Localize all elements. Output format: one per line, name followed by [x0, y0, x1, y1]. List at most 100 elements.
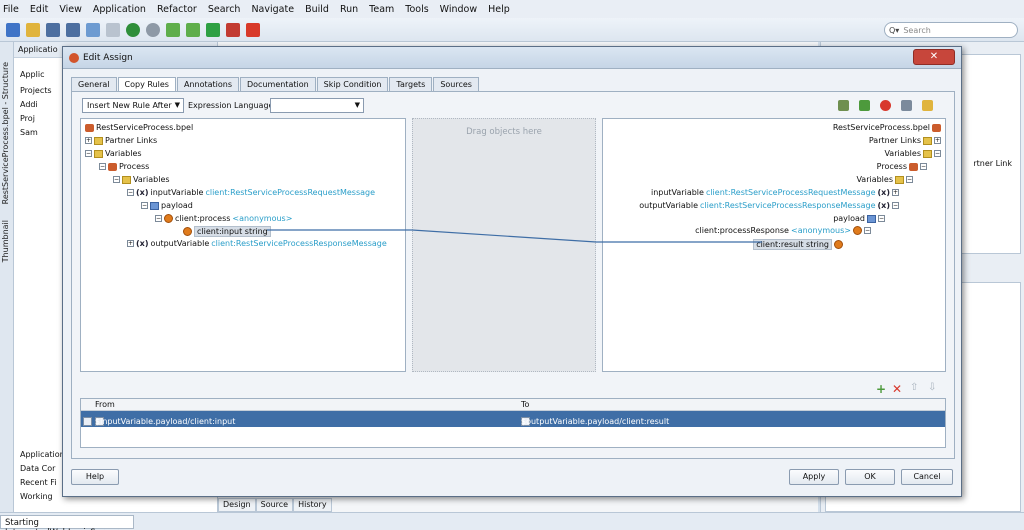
menu-file[interactable]: File [3, 4, 19, 15]
cancel-button[interactable]: Cancel [901, 469, 953, 485]
collapse-icon[interactable]: − [113, 176, 120, 183]
app-row[interactable]: Proj [20, 114, 35, 123]
menu-view[interactable]: View [59, 4, 82, 15]
collapse-icon[interactable]: − [864, 227, 871, 234]
save-icon[interactable] [46, 22, 60, 37]
collapse-icon[interactable]: − [155, 215, 162, 222]
insert-rule-select[interactable]: Insert New Rule After ▼ [82, 98, 184, 113]
collapse-icon[interactable]: − [141, 202, 148, 209]
app-row[interactable]: Applic [20, 70, 44, 79]
tree-node[interactable]: RestServiceProcess.bpel [85, 123, 193, 132]
tab-skip-condition[interactable]: Skip Condition [316, 77, 389, 91]
menu-help[interactable]: Help [488, 4, 510, 15]
tree-view-icon[interactable] [901, 100, 912, 111]
app-bottom-row[interactable]: Recent Fi [20, 478, 56, 487]
settings-icon[interactable] [922, 100, 933, 111]
tree-node[interactable]: − Process [99, 162, 149, 171]
tree-node[interactable]: Partner Links + [869, 136, 941, 145]
tree-node[interactable]: Variables − [884, 149, 941, 158]
close-button[interactable]: ✕ [913, 49, 955, 65]
build-icon[interactable] [166, 22, 180, 37]
tab-source[interactable]: Source [255, 498, 294, 512]
dialog-titlebar[interactable]: Edit Assign ✕ [63, 47, 961, 69]
tree-node[interactable]: + (x) outputVariable client:RestServiceP… [127, 239, 387, 248]
expand-icon[interactable]: + [892, 189, 899, 196]
save-all-icon[interactable] [66, 22, 80, 37]
forward-icon[interactable] [146, 22, 160, 37]
tab-annotations[interactable]: Annotations [176, 77, 239, 91]
collapse-icon[interactable]: − [906, 176, 913, 183]
thumbnail-tab[interactable]: Thumbnail [1, 220, 10, 262]
move-up-icon[interactable]: ⇧ [910, 382, 918, 393]
menu-edit[interactable]: Edit [30, 4, 48, 15]
tree-node[interactable]: + Partner Links [85, 136, 157, 145]
tab-targets[interactable]: Targets [389, 77, 433, 91]
move-down-icon[interactable]: ⇩ [928, 382, 936, 393]
delete-rule-icon[interactable]: ✕ [892, 382, 902, 396]
expand-icon[interactable]: + [85, 137, 92, 144]
menu-search[interactable]: Search [208, 4, 241, 15]
collapse-icon[interactable]: − [878, 215, 885, 222]
menu-team[interactable]: Team [369, 4, 394, 15]
add-literal-icon[interactable] [859, 100, 870, 111]
app-row[interactable]: Addi [20, 100, 38, 109]
table-row[interactable]: $inputVariable.payload/client:input $out… [81, 411, 945, 427]
menu-navigate[interactable]: Navigate [251, 4, 294, 15]
tree-node[interactable]: − (x) inputVariable client:RestServicePr… [127, 188, 375, 197]
collapse-icon[interactable]: − [85, 150, 92, 157]
app-row[interactable]: Sam [20, 128, 38, 137]
menu-application[interactable]: Application [93, 4, 146, 15]
app-row[interactable]: Projects [20, 86, 52, 95]
app-bottom-row[interactable]: Working [20, 492, 53, 501]
debug-icon[interactable] [226, 22, 240, 37]
tab-sources[interactable]: Sources [433, 77, 479, 91]
tab-copy-rules[interactable]: Copy Rules [117, 77, 176, 91]
expand-icon[interactable]: + [934, 137, 941, 144]
menu-refactor[interactable]: Refactor [157, 4, 197, 15]
add-rule-icon[interactable]: + [876, 382, 886, 396]
tree-node[interactable]: − payload [141, 201, 193, 210]
redo-icon[interactable] [106, 22, 120, 37]
drag-drop-area[interactable]: Drag objects here [412, 118, 596, 372]
menu-run[interactable]: Run [340, 4, 358, 15]
tree-node[interactable]: − Variables [113, 175, 170, 184]
rebuild-icon[interactable] [186, 22, 200, 37]
tab-general[interactable]: General [71, 77, 117, 91]
search-input[interactable]: Q▾ Search [884, 22, 1018, 38]
collapse-icon[interactable]: − [892, 202, 899, 209]
tree-node[interactable]: − client:process <anonymous> [155, 214, 292, 223]
tree-node[interactable]: − Variables [85, 149, 142, 158]
back-icon[interactable] [126, 22, 140, 37]
tab-design[interactable]: Design [218, 498, 256, 512]
tree-node[interactable]: outputVariable client:RestServiceProcess… [639, 201, 899, 210]
tree-node[interactable]: client:processResponse <anonymous> − [695, 226, 871, 235]
ok-button[interactable]: OK [845, 469, 895, 485]
expression-builder-icon[interactable] [838, 100, 849, 111]
apply-button[interactable]: Apply [789, 469, 839, 485]
expand-icon[interactable]: + [127, 240, 134, 247]
tab-history[interactable]: History [293, 498, 332, 512]
collapse-icon[interactable]: − [934, 150, 941, 157]
tree-node-selected[interactable]: client:result string [753, 239, 843, 250]
tab-documentation[interactable]: Documentation [240, 77, 316, 91]
new-icon[interactable] [6, 22, 20, 37]
collapse-icon[interactable]: − [99, 163, 106, 170]
stop-icon[interactable] [246, 22, 260, 37]
expression-language-select[interactable]: ▼ [270, 98, 364, 113]
open-icon[interactable] [26, 22, 40, 37]
app-bottom-row[interactable]: Application [20, 450, 65, 459]
tree-node[interactable]: inputVariable client:RestServiceProcessR… [651, 188, 899, 197]
tree-node[interactable]: Variables − [856, 175, 913, 184]
collapse-icon[interactable]: − [920, 163, 927, 170]
tree-node-selected[interactable]: client:input string [183, 226, 271, 237]
delete-icon[interactable] [880, 100, 891, 111]
tree-node[interactable]: Process − [877, 162, 927, 171]
undo-icon[interactable] [86, 22, 100, 37]
tree-node[interactable]: RestServiceProcess.bpel [833, 123, 941, 132]
tree-node[interactable]: payload − [833, 214, 885, 223]
run-icon[interactable] [206, 22, 220, 37]
menu-build[interactable]: Build [305, 4, 329, 15]
structure-tab[interactable]: RestServiceProcess.bpel - Structure [1, 62, 10, 204]
app-bottom-row[interactable]: Data Cor [20, 464, 55, 473]
collapse-icon[interactable]: − [127, 189, 134, 196]
